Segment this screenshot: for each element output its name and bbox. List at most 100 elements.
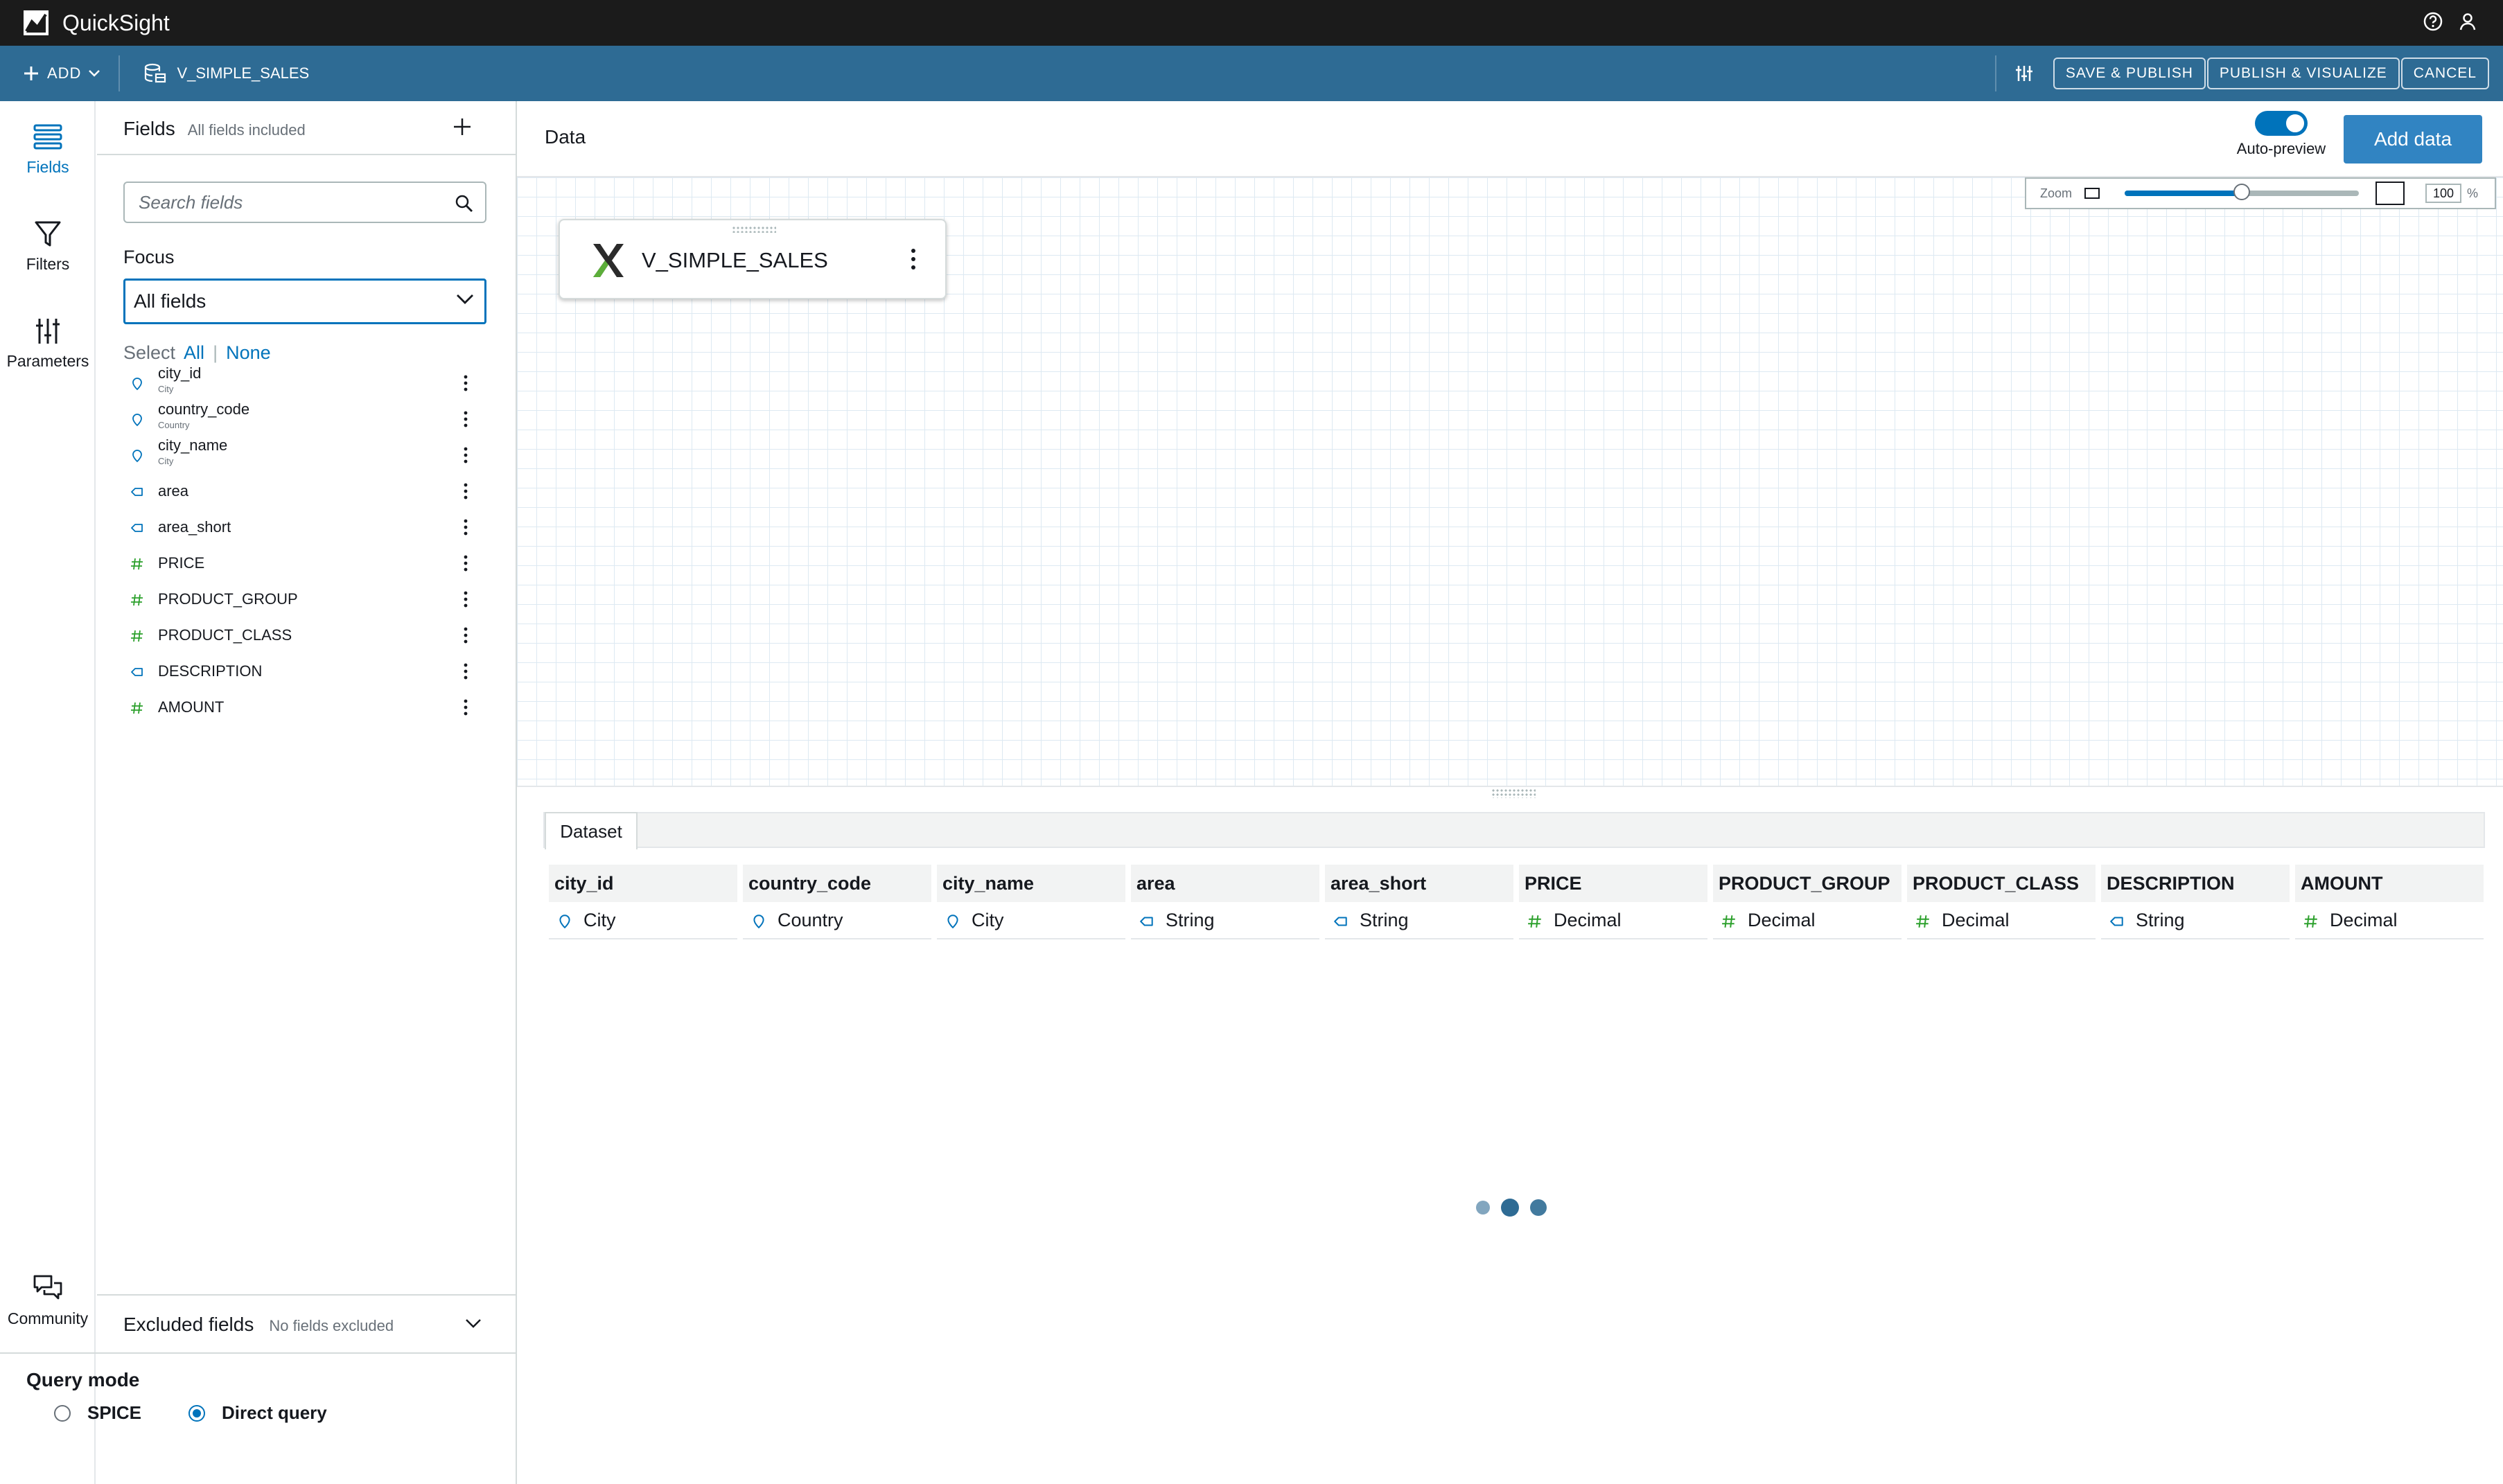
column-header[interactable]: city_id (549, 865, 737, 902)
field-list-item[interactable]: PRODUCT_GROUP (97, 581, 516, 617)
help-circle-icon[interactable] (2423, 11, 2443, 32)
dataset-column[interactable]: PRODUCT_CLASS Decimal (1907, 865, 2096, 939)
drag-handle-icon[interactable] (1491, 788, 1536, 798)
excluded-fields-header[interactable]: Excluded fields No fields excluded (123, 1314, 394, 1336)
field-list-item[interactable]: AMOUNT (97, 689, 516, 725)
select-none-link[interactable]: None (226, 342, 271, 364)
zoom-in-icon[interactable] (2375, 182, 2405, 205)
dataset-name-field[interactable]: V_SIMPLE_SALES (143, 63, 309, 84)
field-list-item[interactable]: DESCRIPTION (97, 653, 516, 689)
column-header[interactable]: PRODUCT_CLASS (1907, 865, 2096, 902)
column-header[interactable]: country_code (743, 865, 931, 902)
field-list-item[interactable]: PRODUCT_CLASS (97, 617, 516, 653)
tab-dataset[interactable]: Dataset (545, 812, 638, 849)
column-type[interactable]: City (549, 902, 737, 939)
column-header[interactable]: area (1131, 865, 1319, 902)
dataset-column[interactable]: PRICE Decimal (1519, 865, 1707, 939)
field-geo-role: Country (158, 420, 190, 430)
zoom-slider-fill (2125, 191, 2242, 196)
more-options-icon[interactable] (457, 626, 474, 644)
zoom-percent-input[interactable]: 100 (2425, 184, 2462, 203)
add-data-button[interactable]: Add data (2344, 115, 2482, 164)
data-prep-canvas[interactable]: Zoom 100 % V_SIMPLE_SALES (517, 176, 2503, 786)
more-options-icon[interactable] (457, 590, 474, 608)
column-header[interactable]: PRODUCT_GROUP (1713, 865, 1902, 902)
radio-direct-query[interactable] (188, 1404, 206, 1422)
column-header[interactable]: DESCRIPTION (2101, 865, 2290, 902)
column-header[interactable]: PRICE (1519, 865, 1707, 902)
rail-label-parameters: Parameters (6, 352, 89, 370)
dataset-column[interactable]: city_name City (937, 865, 1125, 939)
more-options-icon[interactable] (457, 554, 474, 572)
column-type[interactable]: Decimal (1907, 902, 2096, 939)
save-publish-button[interactable]: SAVE & PUBLISH (2053, 58, 2206, 89)
field-list-item[interactable]: area_short (97, 509, 516, 545)
dataset-column[interactable]: DESCRIPTION String (2101, 865, 2290, 939)
panel-splitter[interactable] (517, 786, 2503, 798)
add-menu-button[interactable]: ADD (22, 64, 100, 82)
dataset-column[interactable]: city_id City (549, 865, 737, 939)
field-list-item[interactable]: city_name City (97, 436, 516, 472)
main-area: Data Auto-preview Add data Zoom 100 % V_… (517, 101, 2503, 1484)
settings-sliders-icon[interactable] (2014, 64, 2034, 83)
data-section-label: Data (545, 126, 586, 148)
rail-item-fields[interactable]: Fields (0, 122, 96, 177)
rail-item-parameters[interactable]: Parameters (0, 316, 96, 371)
toggle-switch[interactable] (2255, 111, 2308, 136)
user-icon[interactable] (2457, 11, 2478, 32)
more-options-icon[interactable] (457, 482, 474, 500)
cancel-button[interactable]: CANCEL (2400, 58, 2489, 89)
column-type[interactable]: Decimal (2295, 902, 2484, 939)
search-input[interactable]: Search fields (123, 182, 486, 223)
loading-dot (1530, 1199, 1547, 1216)
excluded-title: Excluded fields (123, 1314, 254, 1335)
zoom-slider[interactable] (2125, 184, 2360, 200)
column-type[interactable]: Decimal (1713, 902, 1902, 939)
more-options-icon[interactable] (457, 698, 474, 716)
zoom-slider-handle[interactable] (2233, 184, 2251, 200)
column-header[interactable]: area_short (1325, 865, 1513, 902)
field-name: city_id (158, 364, 202, 382)
auto-preview-label: Auto-preview (2236, 140, 2326, 157)
column-header[interactable]: AMOUNT (2295, 865, 2484, 902)
dataset-column[interactable]: PRODUCT_GROUP Decimal (1713, 865, 1902, 939)
more-options-icon[interactable] (457, 410, 474, 428)
zoom-control: Zoom 100 % (2025, 177, 2496, 209)
auto-preview-toggle[interactable]: Auto-preview (2212, 111, 2351, 158)
rail-item-filters[interactable]: Filters (0, 219, 96, 274)
column-type[interactable]: String (2101, 902, 2290, 939)
rail-item-community[interactable]: Community (0, 1273, 96, 1328)
column-type[interactable]: String (1325, 902, 1513, 939)
dataset-column[interactable]: AMOUNT Decimal (2295, 865, 2484, 939)
more-options-icon[interactable] (457, 374, 474, 392)
dataset-column[interactable]: area_short String (1325, 865, 1513, 939)
column-type[interactable]: String (1131, 902, 1319, 939)
column-header[interactable]: city_name (937, 865, 1125, 902)
dataset-column[interactable]: area String (1131, 865, 1319, 939)
field-list-item[interactable]: area (97, 472, 516, 509)
dataset-column[interactable]: country_code Country (743, 865, 931, 939)
field-list: city_id City country_code Country city_n… (97, 364, 516, 725)
more-options-icon[interactable] (457, 446, 474, 464)
focus-select[interactable]: All fields (123, 279, 486, 324)
title-bar: QuickSight (0, 0, 2503, 46)
add-field-icon[interactable] (452, 116, 473, 137)
column-type[interactable]: Country (743, 902, 931, 939)
field-list-item[interactable]: city_id City (97, 364, 516, 400)
fields-subtitle: All fields included (187, 121, 306, 139)
decimal-hash-icon (130, 557, 144, 571)
chevron-down-icon[interactable] (464, 1318, 482, 1329)
publish-visualize-button[interactable]: PUBLISH & VISUALIZE (2206, 58, 2400, 89)
field-list-item[interactable]: PRICE (97, 545, 516, 581)
more-options-icon[interactable] (457, 662, 474, 680)
drag-handle-icon[interactable] (732, 226, 776, 233)
radio-spice[interactable] (54, 1404, 71, 1422)
column-type[interactable]: City (937, 902, 1125, 939)
dataset-card[interactable]: V_SIMPLE_SALES (559, 219, 947, 299)
field-list-item[interactable]: country_code Country (97, 400, 516, 436)
select-all-link[interactable]: All (184, 342, 204, 364)
more-options-icon[interactable] (457, 518, 474, 536)
more-options-icon[interactable] (909, 247, 917, 272)
column-type[interactable]: Decimal (1519, 902, 1707, 939)
zoom-out-icon[interactable] (2084, 188, 2100, 199)
